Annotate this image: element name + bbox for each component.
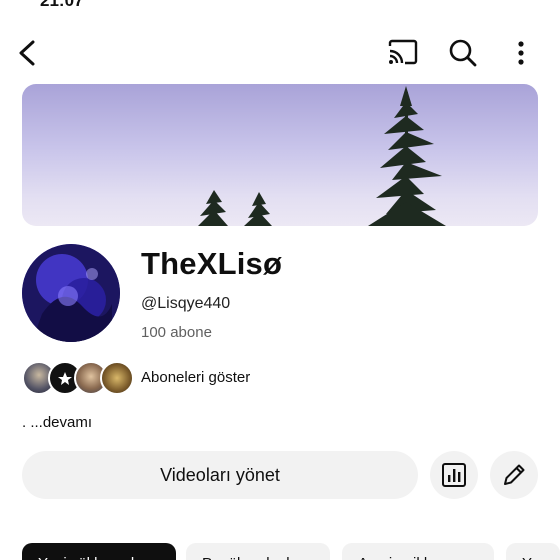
subscriber-avatars[interactable] [22, 361, 134, 395]
edit-pencil-icon [504, 464, 525, 485]
chip-more[interactable]: Yay [506, 543, 560, 560]
chevron-left-icon [19, 40, 35, 66]
channel-description[interactable]: . ...devamı [22, 414, 92, 431]
search-button[interactable] [444, 36, 482, 70]
chip-main-content[interactable]: Ana içerikler [342, 543, 494, 560]
avatar-image [22, 244, 120, 342]
back-button[interactable] [10, 36, 44, 70]
subscriber-avatar [100, 361, 134, 395]
manage-videos-button[interactable]: Videoları yönet [22, 451, 418, 499]
more-vert-icon [518, 41, 524, 65]
more-options-button[interactable] [504, 36, 538, 70]
top-bar [0, 30, 560, 80]
subscriber-count: 100 abone [141, 324, 212, 341]
chip-popular[interactable]: Popüler olanlar [186, 543, 330, 560]
analytics-icon [442, 463, 466, 487]
channel-banner [22, 84, 538, 226]
channel-name: TheXLisø [141, 246, 283, 281]
show-subscribers-link[interactable]: Aboneleri göster [141, 369, 250, 386]
status-time: 21:07 [40, 0, 84, 10]
banner-trees-image [198, 86, 446, 226]
status-indicators [462, 0, 532, 4]
channel-avatar[interactable] [22, 244, 120, 342]
analytics-button[interactable] [430, 451, 478, 499]
edit-channel-button[interactable] [490, 451, 538, 499]
cast-button[interactable] [384, 36, 422, 70]
cast-icon [388, 39, 418, 65]
search-icon [449, 39, 477, 67]
chip-newest[interactable]: Yeni yüklenenler [22, 543, 176, 560]
channel-handle: @Lisqye440 [141, 295, 231, 312]
status-bar: 21:07 [0, 0, 560, 10]
